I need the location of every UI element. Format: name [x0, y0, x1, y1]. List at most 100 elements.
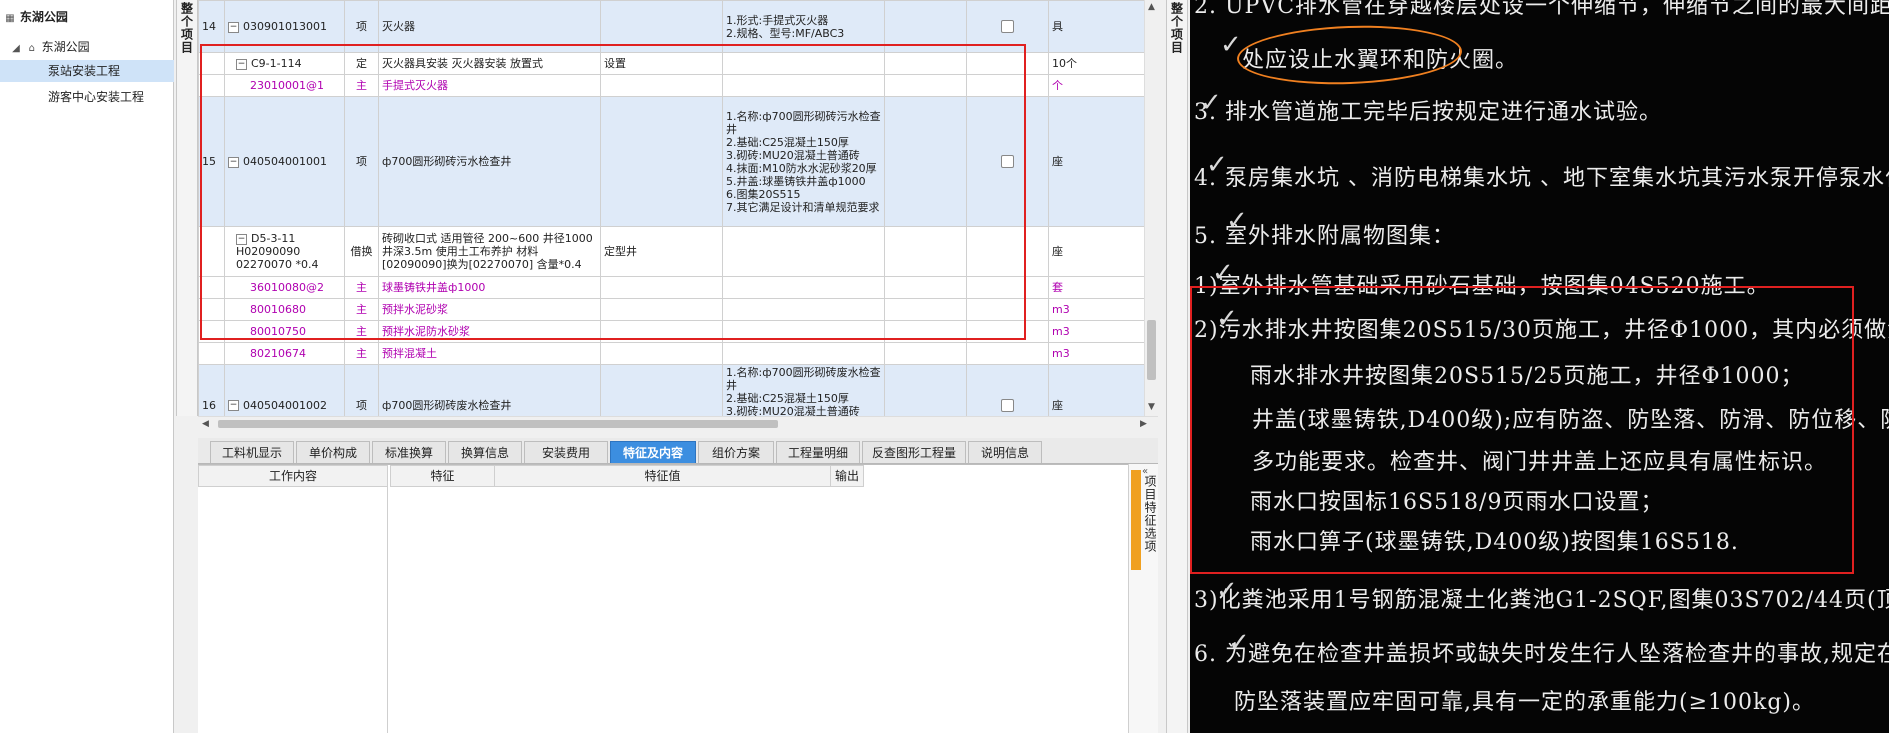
cell-unit[interactable]: 10个 — [1048, 52, 1158, 75]
cell-checkbox[interactable] — [966, 52, 1049, 75]
grid-row-item[interactable]: 14−030901013001 项灭火器 1.形式:手提式灭火器 2.规格、型号:M… — [198, 0, 1158, 53]
cell-category[interactable]: 借换 — [344, 226, 379, 277]
collapse-triangle-icon[interactable]: ◢ — [10, 38, 22, 60]
tree-root[interactable]: ▦ 东湖公园 — [4, 6, 68, 28]
collapse-minus-icon[interactable]: − — [228, 21, 239, 33]
cell-code[interactable]: 80010680 — [224, 298, 345, 321]
cell-spec[interactable] — [600, 74, 723, 97]
cell-name[interactable]: 灭火器具安装 灭火器安装 放置式 — [378, 52, 601, 75]
grid-row-item[interactable]: 16−040504001002 项 ф700圆形砌砖废水检查井 1.名称:ф700圆形… — [198, 364, 1158, 416]
cell-code[interactable]: 80010750 — [224, 320, 345, 343]
cell-index[interactable]: 16 — [198, 364, 225, 416]
cell-features[interactable]: 1.名称:ф700圆形砌砖废水检查井 2.基础:C25混凝土150厚 3.砌砖:… — [722, 364, 885, 416]
tab-features-content[interactable]: 特征及内容 — [610, 441, 696, 463]
cell-category[interactable]: 定 — [344, 52, 379, 75]
cell-name[interactable]: ф700圆形砌砖废水检查井 — [378, 364, 601, 416]
cell-category[interactable]: 主 — [344, 298, 379, 321]
row-checkbox[interactable] — [1001, 398, 1014, 412]
cell-blank[interactable] — [884, 298, 967, 321]
cell-spec[interactable]: 定型井 — [600, 226, 723, 277]
cell-unit[interactable]: 套 — [1048, 276, 1158, 299]
cell-code[interactable]: −040504001002 — [224, 364, 345, 416]
cell-index[interactable] — [198, 52, 225, 75]
cell-features[interactable]: 1.名称:ф700圆形砌砖污水检查井 2.基础:C25混凝土150厚 3.砌砖:… — [722, 96, 885, 227]
cell-spec[interactable] — [600, 96, 723, 227]
cell-name[interactable]: ф700圆形砌砖污水检查井 — [378, 96, 601, 227]
work-content-list[interactable] — [198, 487, 388, 733]
cell-spec[interactable] — [600, 364, 723, 416]
collapse-minus-icon[interactable]: − — [228, 156, 239, 168]
cell-blank[interactable] — [884, 74, 967, 97]
cell-blank[interactable] — [884, 52, 967, 75]
cell-spec[interactable] — [600, 298, 723, 321]
cell-blank[interactable] — [884, 320, 967, 343]
cell-checkbox[interactable] — [966, 342, 1049, 365]
cell-checkbox[interactable] — [966, 0, 1049, 53]
cell-index[interactable] — [198, 74, 225, 97]
row-checkbox[interactable] — [1001, 155, 1014, 169]
grid-row-main[interactable]: 36010080@2 主球墨铸铁井盖ф1000 套 — [198, 276, 1158, 299]
cell-checkbox[interactable] — [966, 298, 1049, 321]
cell-index[interactable] — [198, 298, 225, 321]
cell-spec[interactable] — [600, 0, 723, 53]
cell-unit[interactable]: 座 — [1048, 226, 1158, 277]
cell-features[interactable]: 1.形式:手提式灭火器 2.规格、型号:MF/ABC3 — [722, 0, 885, 53]
cell-checkbox[interactable] — [966, 96, 1049, 227]
collapse-minus-icon[interactable]: − — [228, 400, 239, 411]
tab-conversion-info[interactable]: 换算信息 — [448, 441, 522, 463]
feature-table-body[interactable] — [390, 487, 1128, 733]
cell-checkbox[interactable] — [966, 364, 1049, 416]
cell-features[interactable] — [722, 226, 885, 277]
cell-blank[interactable] — [884, 342, 967, 365]
cell-features[interactable] — [722, 52, 885, 75]
collapse-minus-icon[interactable]: − — [236, 58, 247, 70]
cell-spec[interactable] — [600, 276, 723, 299]
scroll-down-icon[interactable]: ▼ — [1148, 402, 1155, 412]
tab-reverse-lookup[interactable]: 反查图形工程量 — [862, 441, 966, 463]
cell-spec[interactable]: 设置 — [600, 52, 723, 75]
tab-pricing-plan[interactable]: 组价方案 — [698, 441, 774, 463]
grid-vertical-scrollbar[interactable]: ▲ ▼ — [1144, 0, 1158, 416]
cell-category[interactable]: 主 — [344, 74, 379, 97]
tab-labor-material[interactable]: 工料机显示 — [210, 441, 294, 463]
cell-category[interactable]: 项 — [344, 0, 379, 53]
cell-name[interactable]: 预拌水泥砂浆 — [378, 298, 601, 321]
cell-code[interactable]: −030901013001 — [224, 0, 345, 53]
scroll-up-icon[interactable]: ▲ — [1148, 2, 1155, 12]
row-checkbox[interactable] — [1001, 20, 1014, 34]
scroll-left-icon[interactable]: ◀ — [202, 419, 209, 429]
tab-unit-price[interactable]: 单价构成 — [296, 441, 370, 463]
grid-horizontal-scrollbar[interactable]: ◀ ▶ — [198, 416, 1158, 430]
cell-blank[interactable] — [884, 364, 967, 416]
cell-unit[interactable]: m3 — [1048, 342, 1158, 365]
grid-row-main[interactable]: 80010680 主预拌水泥砂浆 m3 — [198, 298, 1158, 321]
cell-blank[interactable] — [884, 96, 967, 227]
cell-index[interactable] — [198, 320, 225, 343]
cell-code[interactable]: 80210674 — [224, 342, 345, 365]
cell-unit[interactable]: 座 — [1048, 96, 1158, 227]
cell-index[interactable] — [198, 276, 225, 299]
cell-checkbox[interactable] — [966, 226, 1049, 277]
cell-code[interactable]: − C9-1-114 — [224, 52, 345, 75]
cell-checkbox[interactable] — [966, 320, 1049, 343]
tree-node[interactable]: ◢ ⌂ 东湖公园 — [10, 36, 90, 58]
cell-unit[interactable]: 具 — [1048, 0, 1158, 53]
cell-name[interactable]: 灭火器 — [378, 0, 601, 53]
grid-vscroll-thumb[interactable] — [1147, 320, 1156, 380]
grid-hscroll-thumb[interactable] — [218, 420, 778, 428]
cell-name[interactable]: 预拌水泥防水砂浆 — [378, 320, 601, 343]
cell-unit[interactable]: m3 — [1048, 320, 1158, 343]
cell-code[interactable]: 36010080@2 — [224, 276, 345, 299]
cell-features[interactable] — [722, 342, 885, 365]
tab-notes[interactable]: 说明信息 — [968, 441, 1042, 463]
cell-category[interactable]: 主 — [344, 342, 379, 365]
cell-code[interactable]: 23010001@1 — [224, 74, 345, 97]
grid-row-quota[interactable]: − C9-1-114 定灭火器具安装 灭火器安装 放置式 设置 10个 — [198, 52, 1158, 75]
collapse-minus-icon[interactable]: − — [236, 233, 247, 245]
cell-index[interactable]: 14 — [198, 0, 225, 53]
cell-blank[interactable] — [884, 276, 967, 299]
tab-quantity-detail[interactable]: 工程量明细 — [776, 441, 860, 463]
scope-strip-right[interactable]: 整个项目 — [1166, 0, 1188, 733]
cell-name[interactable]: 球墨铸铁井盖ф1000 — [378, 276, 601, 299]
cell-index[interactable] — [198, 342, 225, 365]
